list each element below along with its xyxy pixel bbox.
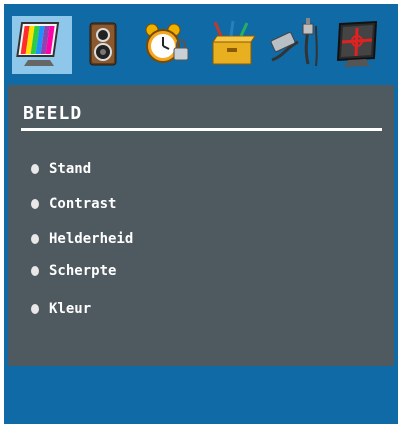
bullet-icon [31,266,39,276]
menu-item-stand[interactable]: Stand [31,160,91,178]
tab-sound[interactable] [73,16,133,74]
menu-item-label: Helderheid [49,231,134,247]
toolbox-icon [212,20,256,65]
menu-item-label: Scherpte [49,263,117,279]
menu-icon-bar [8,8,394,84]
tab-install[interactable] [201,16,261,74]
menu-item-label: Contrast [49,196,117,212]
tab-picture[interactable] [12,16,72,74]
menu-item-helderheid[interactable]: Helderheid [31,230,133,248]
tab-features[interactable] [134,16,194,74]
picture-tv-icon [16,22,60,66]
bullet-icon [31,304,39,314]
bullet-icon [31,164,39,174]
source-screen-icon [336,20,378,67]
menu-item-scherpte[interactable]: Scherpte [31,262,116,280]
title-underline [21,128,382,131]
menu-footer [8,366,394,422]
scart-cable-icon [270,18,318,67]
bullet-icon [31,234,39,244]
picture-menu-panel: BEELD Stand Contrast Helderheid Scherpte… [8,85,394,366]
speaker-icon [89,22,117,66]
tab-screen[interactable] [326,16,386,74]
bullet-icon [31,199,39,209]
menu-item-kleur[interactable]: Kleur [31,300,91,318]
tab-source[interactable] [264,16,324,74]
alarm-clock-icon [145,23,189,63]
menu-item-label: Kleur [49,301,92,317]
menu-item-contrast[interactable]: Contrast [31,195,116,213]
menu-title: BEELD [23,103,83,124]
menu-item-label: Stand [49,161,92,177]
